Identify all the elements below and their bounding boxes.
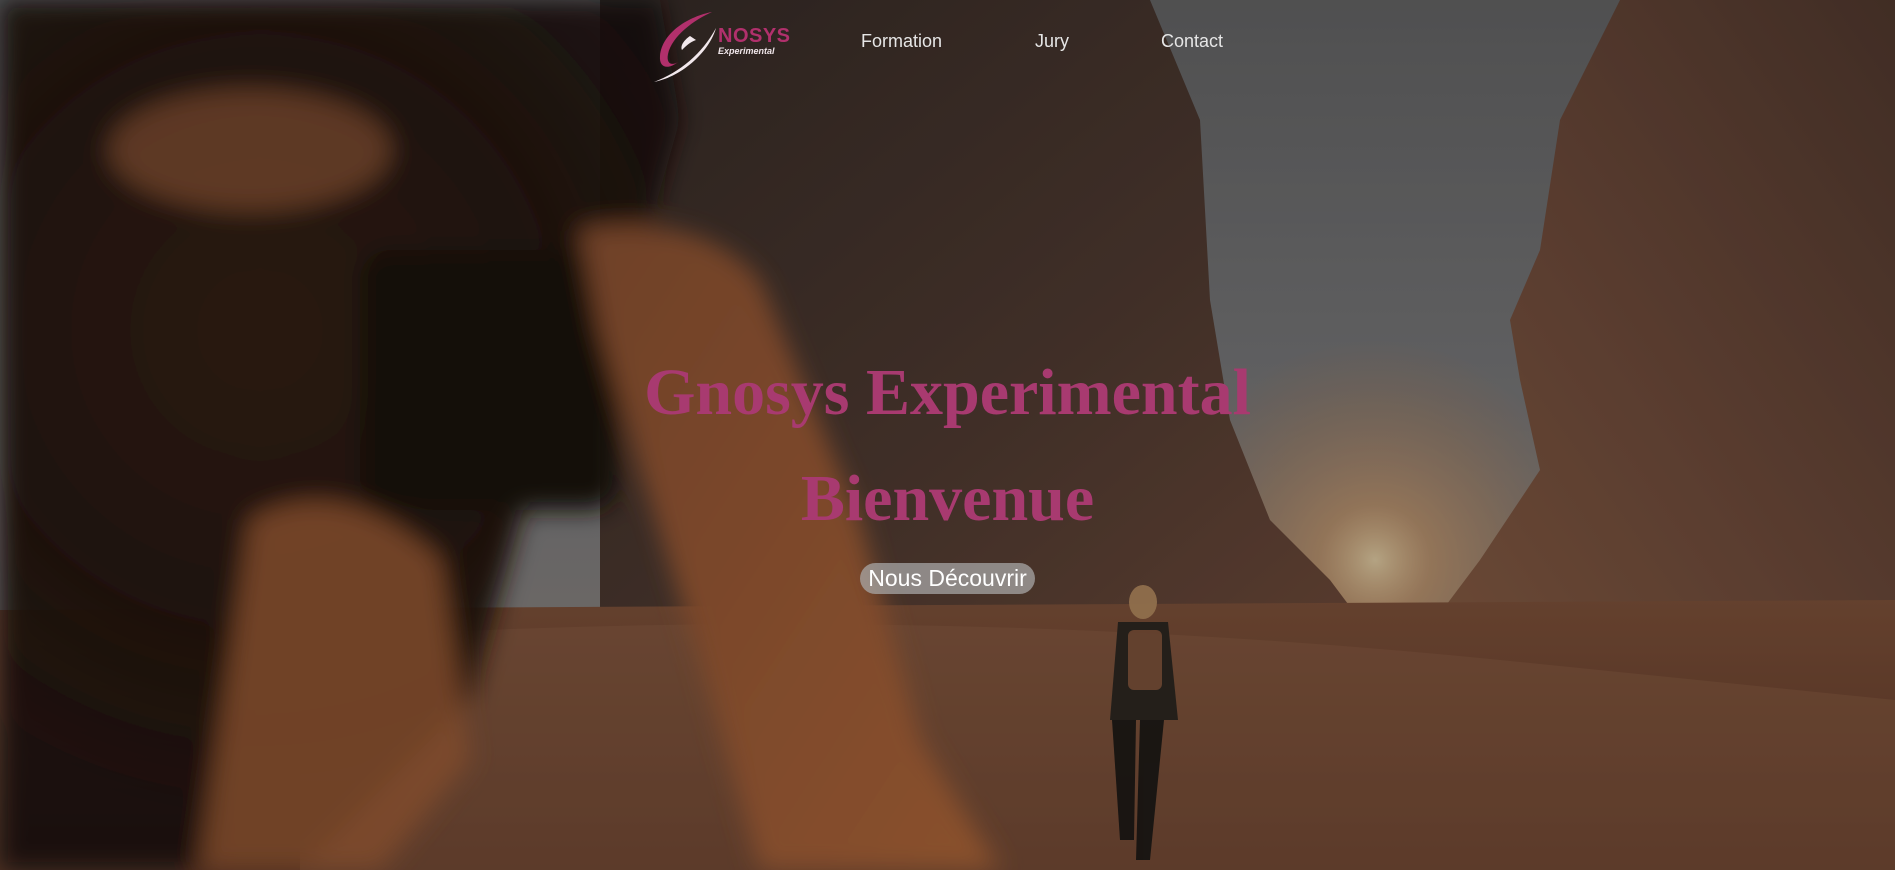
top-navigation: NOSYS Experimental Formation Jury Contac… (0, 0, 1895, 90)
nav-link-formation[interactable]: Formation (861, 30, 942, 52)
cta-container: Nous Découvrir (0, 563, 1895, 594)
nav-link-contact[interactable]: Contact (1161, 30, 1223, 52)
hero-subtitle: Bienvenue (800, 462, 1095, 535)
hero-section: NOSYS Experimental Formation Jury Contac… (0, 0, 1895, 870)
hero-title: Gnosys Experimental (644, 356, 1251, 429)
logo-tagline: Experimental (718, 46, 775, 56)
discover-button[interactable]: Nous Découvrir (860, 563, 1035, 594)
brand-logo[interactable]: NOSYS Experimental (650, 6, 800, 86)
nav-link-jury[interactable]: Jury (1035, 30, 1069, 52)
logo-wordmark: NOSYS (718, 25, 791, 47)
hero-background-image (0, 0, 1895, 870)
